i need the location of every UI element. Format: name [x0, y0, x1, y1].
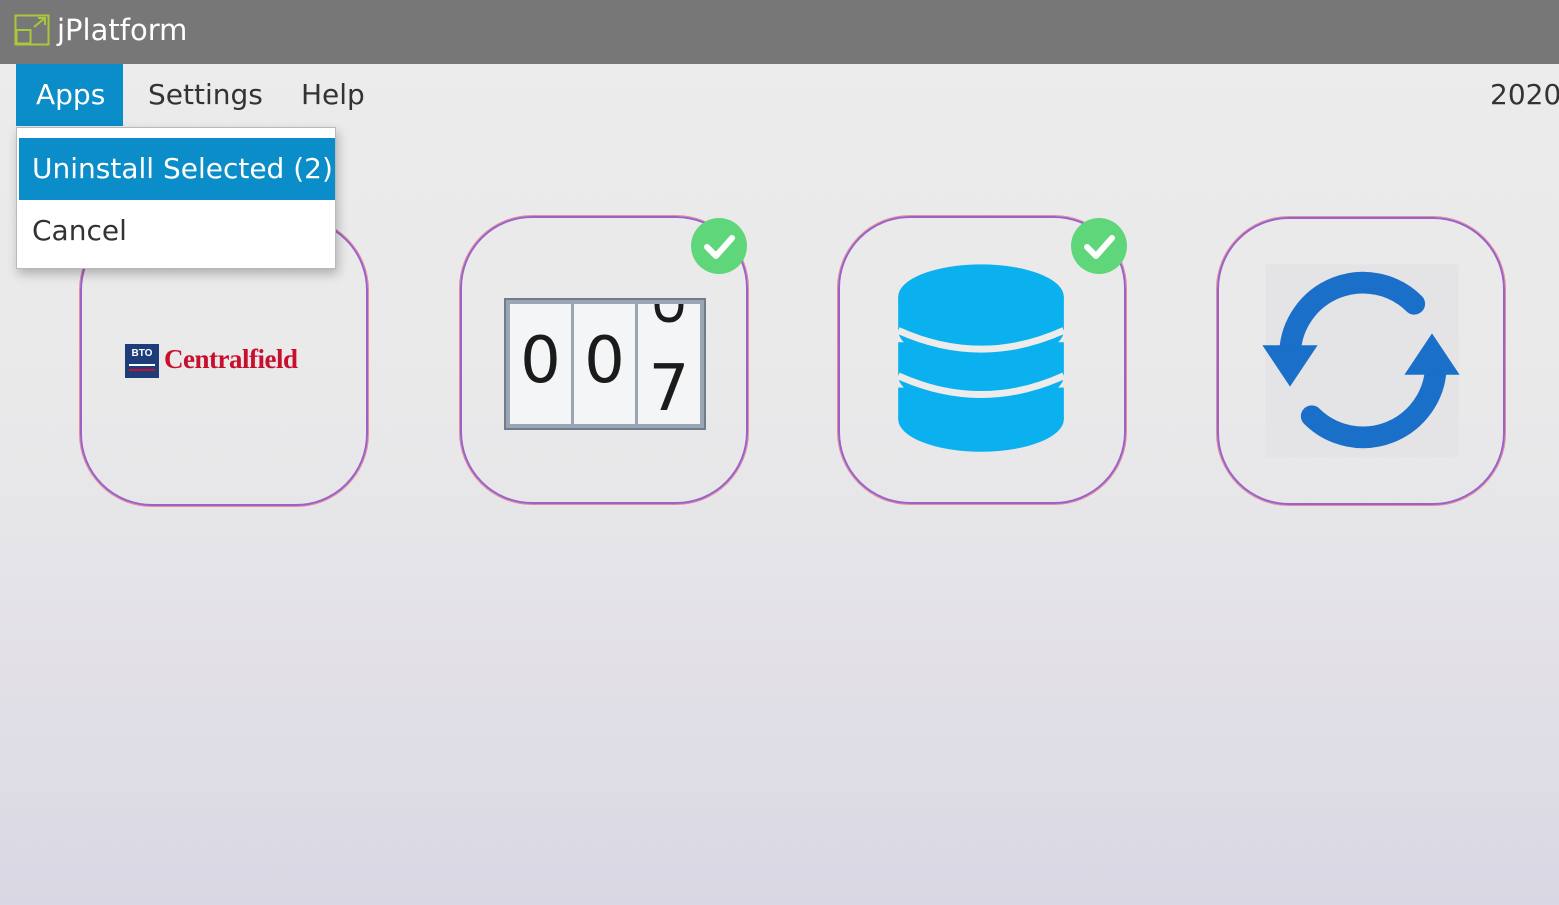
counter-digit-3: 7: [648, 352, 690, 424]
tile-sync-app[interactable]: [1217, 217, 1505, 505]
sync-icon: [1262, 264, 1460, 458]
selected-check-icon: [1071, 218, 1127, 274]
counter-digit-2: 0: [584, 324, 625, 398]
window-title: jPlatform: [57, 13, 188, 47]
counter-digit-1: 0: [520, 324, 561, 398]
selected-check-icon: [691, 218, 747, 274]
menu-bar: Apps Settings Help 2020-: [0, 64, 1559, 126]
centralfield-logo-text: Centralfield: [164, 344, 298, 374]
menu-settings[interactable]: Settings: [128, 64, 283, 126]
apps-dropdown-menu: Uninstall Selected (2) Cancel: [16, 127, 336, 269]
counter-rolling-digit: [654, 304, 684, 323]
uninstall-selected-item[interactable]: Uninstall Selected (2): [19, 138, 335, 200]
date-text: 2020-: [1490, 78, 1559, 111]
bto-badge: BTO: [125, 344, 159, 378]
bto-badge-text: BTO: [131, 348, 153, 359]
jplatform-logo-icon: [14, 14, 50, 46]
title-bar: jPlatform: [0, 0, 1559, 64]
menu-help[interactable]: Help: [281, 64, 385, 126]
menu-apps[interactable]: Apps: [16, 64, 123, 126]
cancel-item[interactable]: Cancel: [19, 200, 335, 262]
